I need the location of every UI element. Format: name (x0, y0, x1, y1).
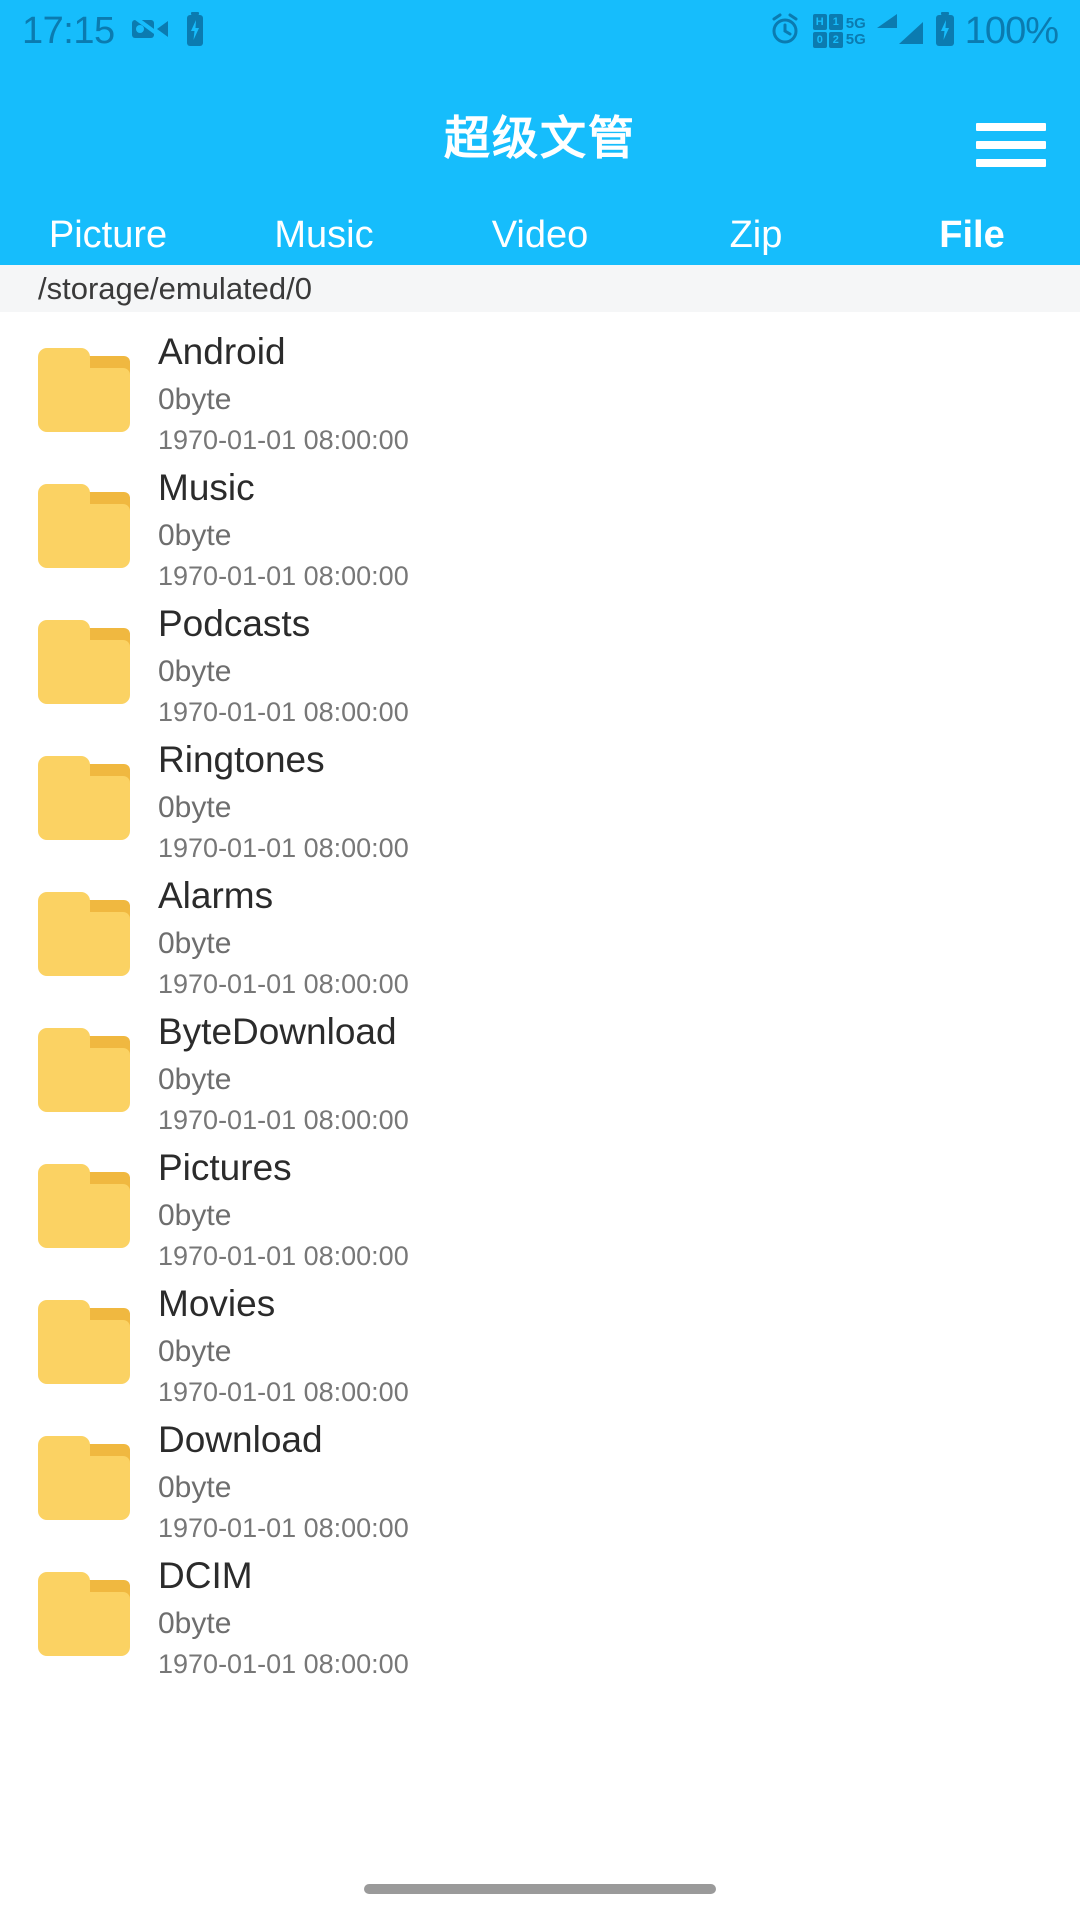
file-name: Alarms (158, 875, 274, 916)
tab-music[interactable]: Music (216, 216, 432, 254)
sim-row-2: 0 2 (812, 32, 843, 48)
sim2-slot: 2 (828, 32, 843, 48)
file-row[interactable]: Movies 0byte 1970-01-01 08:00:00 (0, 1264, 1080, 1407)
status-clock: 17:15 (22, 10, 115, 52)
folder-flap-part (38, 620, 90, 654)
file-size: 0byte (158, 926, 232, 960)
file-size: 0byte (158, 1334, 232, 1368)
folder-icon (38, 1572, 130, 1656)
folder-icon (38, 1300, 130, 1384)
menu-bar-1 (976, 123, 1046, 131)
file-name: DCIM (158, 1555, 253, 1596)
folder-flap-part (38, 756, 90, 790)
file-size: 0byte (158, 518, 232, 552)
hamburger-menu-icon[interactable] (976, 117, 1048, 173)
file-meta: Movies 0byte 1970-01-01 08:00:00 (158, 1264, 409, 1410)
file-date: 1970-01-01 08:00:00 (158, 1648, 409, 1679)
status-bar: 17:15 H 1 0 2 5G 5G 100% (0, 0, 1080, 62)
folder-icon (38, 892, 130, 976)
sim1-slot: 1 (828, 14, 843, 30)
file-row[interactable]: Pictures 0byte 1970-01-01 08:00:00 (0, 1128, 1080, 1271)
file-row[interactable]: Ringtones 0byte 1970-01-01 08:00:00 (0, 720, 1080, 863)
battery-icon (934, 11, 956, 51)
dual-sim-indicator: H 1 0 2 5G 5G (812, 14, 866, 48)
status-bar-left: 17:15 (22, 10, 205, 52)
folder-flap-part (38, 1436, 90, 1470)
file-meta: Alarms 0byte 1970-01-01 08:00:00 (158, 856, 409, 1002)
file-row[interactable]: Download 0byte 1970-01-01 08:00:00 (0, 1400, 1080, 1543)
file-size: 0byte (158, 1198, 232, 1232)
folder-icon (38, 620, 130, 704)
file-size: 0byte (158, 1062, 232, 1096)
file-name: ByteDownload (158, 1011, 397, 1052)
status-bar-right: H 1 0 2 5G 5G 100% (768, 10, 1059, 52)
file-name: Download (158, 1419, 323, 1460)
video-off-icon (131, 13, 169, 49)
file-row[interactable]: Android 0byte 1970-01-01 08:00:00 (0, 312, 1080, 455)
tab-zip[interactable]: Zip (648, 216, 864, 254)
sim-row-1: H 1 (812, 14, 843, 30)
folder-icon (38, 1436, 130, 1520)
file-size: 0byte (158, 1470, 232, 1504)
tab-file[interactable]: File (864, 216, 1080, 254)
folder-flap-part (38, 1164, 90, 1198)
file-row[interactable]: ByteDownload 0byte 1970-01-01 08:00:00 (0, 992, 1080, 1135)
file-meta: Download 0byte 1970-01-01 08:00:00 (158, 1400, 409, 1546)
network-type-labels: 5G 5G (846, 16, 866, 47)
file-name: Movies (158, 1283, 276, 1324)
file-row[interactable]: Alarms 0byte 1970-01-01 08:00:00 (0, 856, 1080, 999)
network-label-2: 5G (845, 30, 866, 48)
file-meta: ByteDownload 0byte 1970-01-01 08:00:00 (158, 992, 409, 1138)
folder-flap-part (38, 1028, 90, 1062)
folder-icon (38, 484, 130, 568)
signal-bars-icon (876, 12, 923, 51)
file-name: Music (158, 467, 255, 508)
page-title: 超级文管 (444, 112, 636, 164)
current-path: /storage/emulated/0 (38, 271, 313, 306)
file-name: Podcasts (158, 603, 311, 644)
file-meta: Ringtones 0byte 1970-01-01 08:00:00 (158, 720, 409, 866)
path-bar[interactable]: /storage/emulated/0 (0, 265, 1080, 312)
folder-icon (38, 756, 130, 840)
network-label-1: 5G (845, 14, 866, 32)
folder-icon (38, 1028, 130, 1112)
folder-flap-part (38, 348, 90, 382)
tab-picture[interactable]: Picture (0, 216, 216, 254)
file-size: 0byte (158, 1606, 232, 1640)
file-size: 0byte (158, 790, 232, 824)
phone-screen: 17:15 H 1 0 2 5G 5G 100% 超级文管 Picture Mu… (0, 0, 1080, 1920)
file-row[interactable]: Music 0byte 1970-01-01 08:00:00 (0, 448, 1080, 591)
alarm-icon (768, 12, 802, 51)
battery-charging-icon (185, 11, 205, 51)
file-meta: Music 0byte 1970-01-01 08:00:00 (158, 448, 409, 594)
folder-flap-part (38, 1572, 90, 1606)
battery-percent: 100% (964, 10, 1059, 52)
folder-flap-part (38, 892, 90, 926)
file-meta: Android 0byte 1970-01-01 08:00:00 (158, 312, 409, 458)
sim-cells: H 1 0 2 (812, 14, 843, 48)
tab-video[interactable]: Video (432, 216, 648, 254)
folder-flap-part (38, 484, 90, 518)
file-row[interactable]: DCIM 0byte 1970-01-01 08:00:00 (0, 1536, 1080, 1679)
tab-bar: Picture Music Video Zip File (0, 205, 1080, 265)
folder-flap-part (38, 1300, 90, 1334)
file-name: Android (158, 331, 286, 372)
file-list[interactable]: Android 0byte 1970-01-01 08:00:00 Music 0byt… (0, 312, 1080, 1920)
file-row[interactable]: Podcasts 0byte 1970-01-01 08:00:00 (0, 584, 1080, 727)
menu-bar-3 (976, 159, 1046, 167)
file-name: Pictures (158, 1147, 292, 1188)
file-meta: Podcasts 0byte 1970-01-01 08:00:00 (158, 584, 409, 730)
sim1-type: H (812, 14, 827, 30)
home-indicator[interactable] (364, 1884, 716, 1894)
app-bar: 超级文管 (0, 62, 1080, 205)
file-size: 0byte (158, 382, 232, 416)
folder-icon (38, 1164, 130, 1248)
sim2-type: 0 (812, 32, 827, 48)
folder-icon (38, 348, 130, 432)
file-size: 0byte (158, 654, 232, 688)
menu-bar-2 (976, 141, 1046, 149)
file-meta: Pictures 0byte 1970-01-01 08:00:00 (158, 1128, 409, 1274)
file-name: Ringtones (158, 739, 325, 780)
file-meta: DCIM 0byte 1970-01-01 08:00:00 (158, 1536, 409, 1682)
